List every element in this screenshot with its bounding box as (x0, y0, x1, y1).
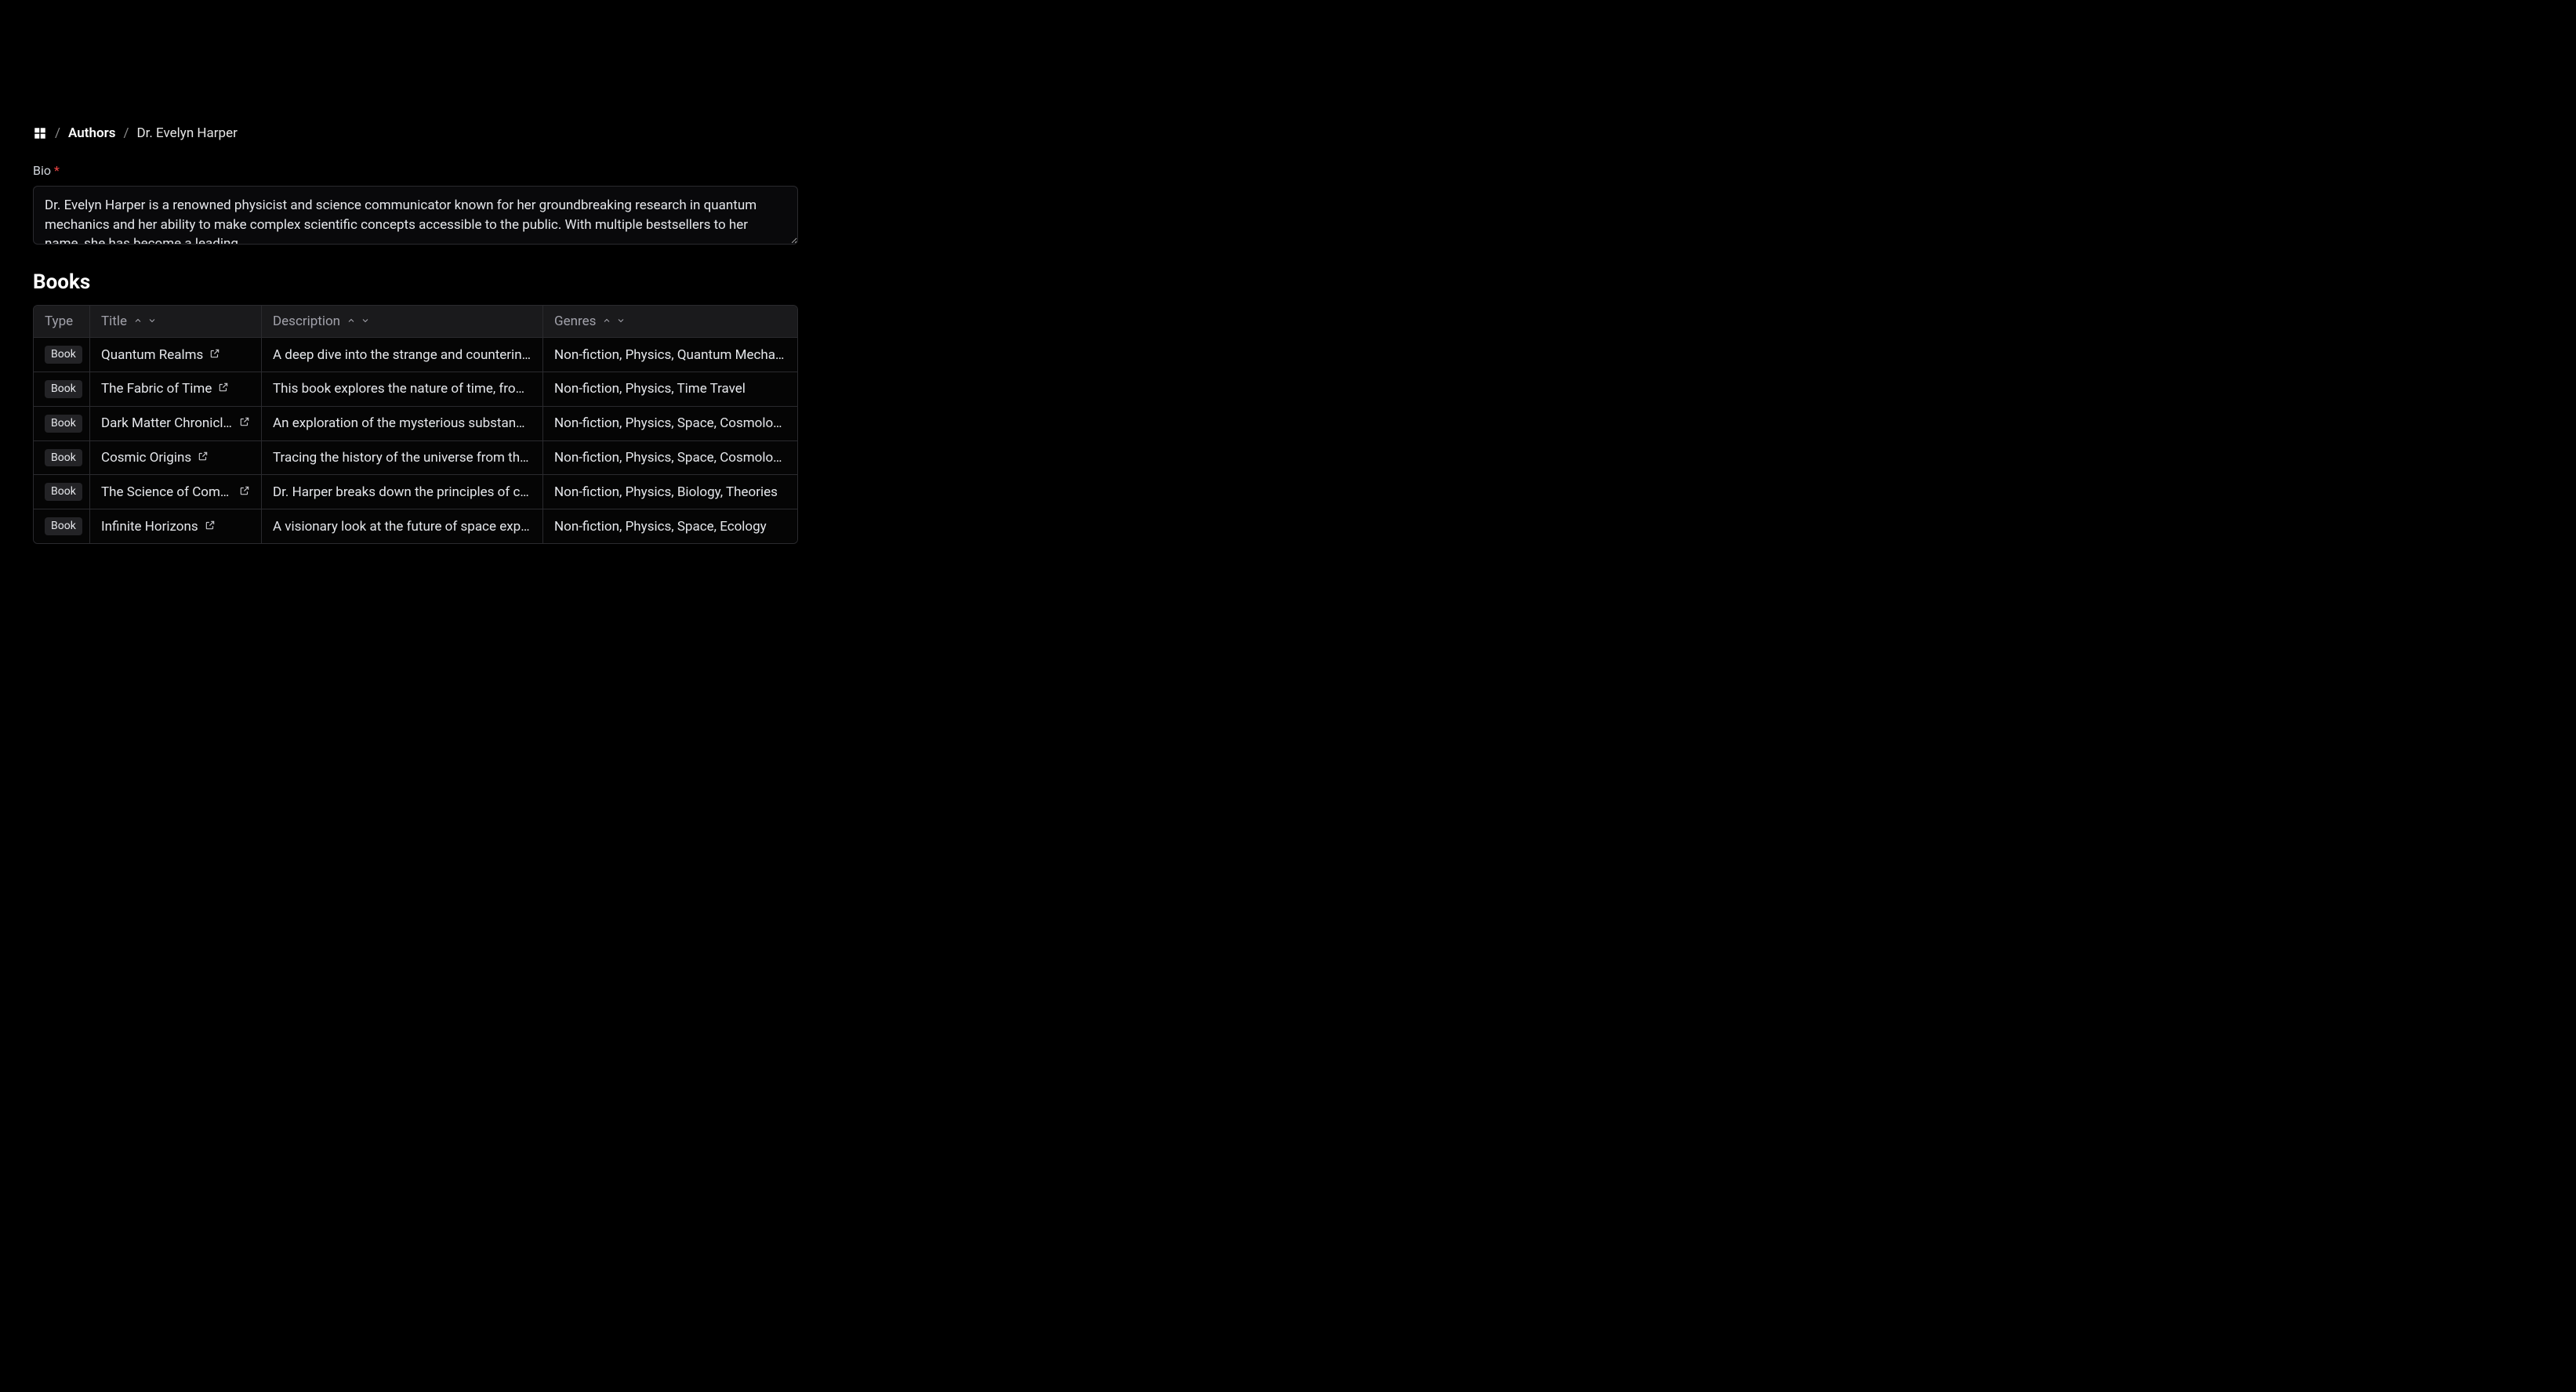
open-external-icon[interactable] (198, 450, 209, 466)
cell-title: The Fabric of Time (90, 372, 262, 406)
required-asterisk: * (54, 163, 60, 178)
table-header-row: Type Title Description Genres (34, 306, 797, 338)
cell-genres: Non-fiction, Physics, Space, Cosmology (543, 407, 797, 440)
type-badge: Book (45, 415, 82, 433)
column-header-description-label: Description (273, 314, 340, 329)
cell-genres: Non-fiction, Physics, Time Travel (543, 372, 797, 406)
book-genres: Non-fiction, Physics, Time Travel (554, 381, 786, 397)
book-title: The Fabric of Time (101, 381, 212, 397)
cell-genres: Non-fiction, Physics, Quantum Mechanics (543, 338, 797, 372)
book-title: Quantum Realms (101, 347, 203, 363)
type-badge: Book (45, 346, 82, 364)
cell-type: Book (34, 509, 90, 543)
open-external-icon[interactable] (239, 484, 250, 500)
open-external-icon[interactable] (239, 415, 250, 431)
table-row[interactable]: Book Quantum Realms A deep dive into the s… (34, 338, 797, 372)
cell-description: This book explores the nature of time, f… (262, 372, 543, 406)
cell-type: Book (34, 338, 90, 372)
sort-asc-icon[interactable] (133, 314, 143, 329)
cell-description: Tracing the history of the universe from… (262, 441, 543, 475)
bio-label-text: Bio (33, 163, 51, 178)
cell-description: A visionary look at the future of space … (262, 509, 543, 543)
cell-description: A deep dive into the strange and counter… (262, 338, 543, 372)
table-row[interactable]: Book The Science of Compl… Dr. Harper brea… (34, 475, 797, 509)
column-header-type: Type (34, 306, 90, 337)
column-header-title[interactable]: Title (90, 306, 262, 337)
breadcrumb-separator: / (55, 125, 60, 141)
breadcrumb: / Authors / Dr. Evelyn Harper (33, 125, 798, 141)
sort-asc-icon[interactable] (346, 314, 356, 329)
column-header-title-label: Title (101, 314, 127, 329)
open-external-icon[interactable] (209, 347, 220, 363)
cell-type: Book (34, 441, 90, 475)
column-header-description[interactable]: Description (262, 306, 543, 337)
book-description: A deep dive into the strange and counter… (273, 347, 532, 363)
open-external-icon[interactable] (218, 381, 229, 397)
book-title: Dark Matter Chronicles (101, 415, 233, 431)
cell-title: Infinite Horizons (90, 509, 262, 543)
cell-genres: Non-fiction, Physics, Space, Ecology (543, 509, 797, 543)
bio-field-label: Bio * (33, 163, 798, 178)
book-genres: Non-fiction, Physics, Space, Cosmology (554, 415, 786, 431)
table-row[interactable]: Book The Fabric of Time This book explores… (34, 372, 797, 407)
type-badge: Book (45, 483, 82, 501)
cell-type: Book (34, 372, 90, 406)
open-external-icon[interactable] (205, 519, 216, 535)
app-logo-icon[interactable] (33, 126, 47, 140)
book-genres: Non-fiction, Physics, Biology, Theories (554, 484, 786, 500)
books-heading: Books (33, 270, 798, 294)
type-badge: Book (45, 517, 82, 535)
book-genres: Non-fiction, Physics, Quantum Mechanics (554, 347, 786, 363)
book-description: This book explores the nature of time, f… (273, 381, 532, 397)
book-description: A visionary look at the future of space … (273, 519, 532, 535)
book-genres: Non-fiction, Physics, Space, Cosmology, … (554, 450, 786, 466)
breadcrumb-current: Dr. Evelyn Harper (136, 125, 237, 141)
cell-genres: Non-fiction, Physics, Space, Cosmology, … (543, 441, 797, 475)
cell-title: Cosmic Origins (90, 441, 262, 475)
book-title: Infinite Horizons (101, 519, 198, 535)
cell-type: Book (34, 475, 90, 509)
type-badge: Book (45, 449, 82, 467)
cell-type: Book (34, 407, 90, 440)
sort-desc-icon[interactable] (361, 314, 370, 329)
cell-description: Dr. Harper breaks down the principles of… (262, 475, 543, 509)
column-header-genres-label: Genres (554, 314, 596, 329)
bio-textarea[interactable] (33, 186, 798, 245)
cell-title: The Science of Compl… (90, 475, 262, 509)
table-row[interactable]: Book Dark Matter Chronicles An exploration… (34, 407, 797, 441)
table-row[interactable]: Book Cosmic Origins Tracing the history of… (34, 441, 797, 476)
book-description: Tracing the history of the universe from… (273, 450, 532, 466)
column-header-genres[interactable]: Genres (543, 306, 797, 337)
cell-description: An exploration of the mysterious substan… (262, 407, 543, 440)
books-table: Type Title Description Genres (33, 305, 798, 544)
book-title: Cosmic Origins (101, 450, 191, 466)
sort-desc-icon[interactable] (147, 314, 157, 329)
type-badge: Book (45, 380, 82, 398)
book-title: The Science of Compl… (101, 484, 233, 500)
book-description: Dr. Harper breaks down the principles of… (273, 484, 532, 500)
book-genres: Non-fiction, Physics, Space, Ecology (554, 519, 786, 535)
cell-genres: Non-fiction, Physics, Biology, Theories (543, 475, 797, 509)
table-body: Book Quantum Realms A deep dive into the s… (34, 338, 797, 543)
column-header-type-label: Type (45, 314, 73, 329)
table-row[interactable]: Book Infinite Horizons A visionary look at… (34, 509, 797, 543)
breadcrumb-authors-link[interactable]: Authors (68, 125, 115, 141)
sort-asc-icon[interactable] (602, 314, 611, 329)
cell-title: Dark Matter Chronicles (90, 407, 262, 440)
breadcrumb-separator: / (123, 125, 129, 141)
book-description: An exploration of the mysterious substan… (273, 415, 532, 431)
cell-title: Quantum Realms (90, 338, 262, 372)
sort-desc-icon[interactable] (616, 314, 626, 329)
